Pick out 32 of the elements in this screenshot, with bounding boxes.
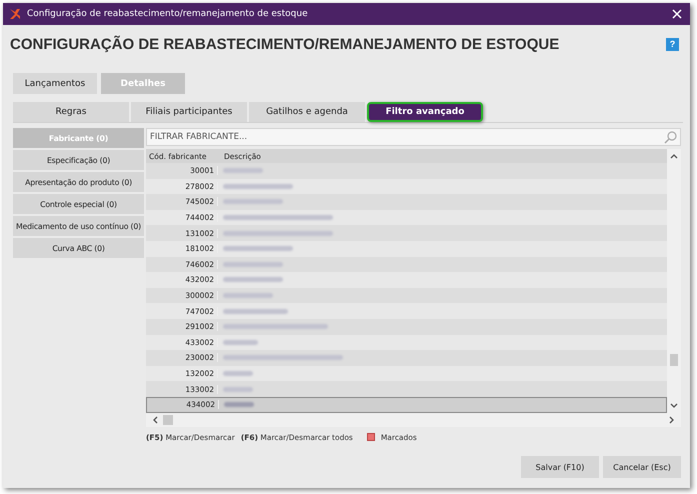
chevron-up-icon[interactable] [670,153,678,159]
scroll-thumb[interactable] [670,354,678,366]
blurred-text [223,262,283,267]
tab[interactable]: Filtro avançado [367,102,483,122]
blurred-text [223,371,253,376]
blurred-text [223,199,283,204]
search-field[interactable]: FILTRAR FABRICANTE... [146,128,681,146]
blurred-text [223,168,263,174]
blurred-text [223,293,273,298]
blurred-text [224,402,254,408]
window-title: Configuração de reabastecimento/remanejamento de estoque [27,9,309,19]
dialog-button[interactable]: Salvar (F10) [521,456,599,478]
scroll-thumb[interactable] [163,414,173,424]
logo-icon [9,8,21,20]
chevron-left-icon[interactable] [152,416,158,424]
chevron-down-icon[interactable] [670,402,678,408]
blurred-text [223,340,258,345]
blurred-text [223,246,293,252]
tab[interactable]: Lançamentos [13,73,97,94]
blurred-text [223,184,293,189]
blurred-text [223,386,253,392]
blurred-text [223,277,283,282]
search-icon [664,131,677,144]
dialog-button[interactable]: Cancelar (Esc) [603,456,681,478]
chevron-right-icon[interactable] [669,416,675,424]
blurred-text [223,308,288,314]
tab[interactable]: Regras [13,102,129,122]
tab[interactable]: Filiais participantes [131,102,247,122]
close-button[interactable] [670,7,684,21]
page-heading: CONFIGURAÇÃO DE REABASTECIMENTO/REMANEJAMENTO DE ESTOQUE [10,36,560,52]
horizontal-scrollbar[interactable] [146,412,681,426]
tab[interactable]: Gatilhos e agenda [249,102,365,122]
